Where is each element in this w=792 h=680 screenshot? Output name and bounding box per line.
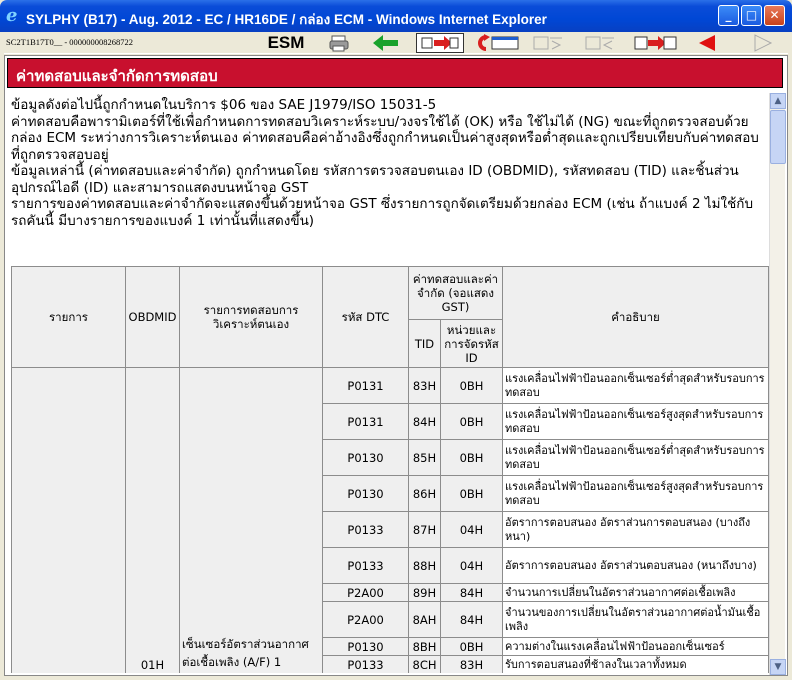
header-tid: TID: [408, 319, 441, 368]
jump-to-icon[interactable]: [416, 33, 464, 53]
dtc-cell: P0133: [322, 511, 409, 548]
unit-id-cell: 83H: [440, 655, 503, 673]
item-cell: [11, 367, 126, 673]
tid-cell: 88H: [408, 547, 441, 584]
back-arrow-icon[interactable]: [370, 33, 402, 53]
unit-id-cell: 84H: [440, 583, 503, 602]
intro-paragraph: รายการของค่าทดสอบและค่าจำกัดจะแสดงขึ้นด้…: [11, 196, 754, 229]
toolbar: SC2T1B17T0__ - 000000008268722 ESM: [4, 32, 788, 54]
return-icon[interactable]: [472, 33, 522, 53]
intro-text: ข้อมูลดังต่อไปนี้ถูกกำหนดในบริการ $06 ขอ…: [7, 93, 771, 229]
tid-cell: 84H: [408, 403, 441, 440]
intro-paragraph: ข้อมูลดังต่อไปนี้ถูกกำหนดในบริการ $06 ขอ…: [11, 97, 437, 113]
dtc-cell: P0131: [322, 403, 409, 440]
description-cell: แรงเคลื่อนไฟฟ้าป้อนออกเซ็นเซอร์สูงสุดสำห…: [502, 475, 769, 512]
header-test-limit: ค่าทดสอบและค่าจำกัด (จอแสดง GST): [408, 266, 503, 320]
description-cell: อัตราการตอบสนอง อัตราส่วนตอบสนอง (หนาถึง…: [502, 547, 769, 584]
dtc-cell: P0130: [322, 439, 409, 476]
unit-id-cell: 84H: [440, 601, 503, 638]
header-description: คำอธิบาย: [502, 266, 769, 368]
description-cell: แรงเคลื่อนไฟฟ้าป้อนออกเซ็นเซอร์สูงสุดสำห…: [502, 403, 769, 440]
dtc-cell: P0131: [322, 367, 409, 404]
description-cell: รับการตอบสนองที่ช้าลงในเวลาทั้งหมด: [502, 655, 769, 673]
dtc-cell: P0133: [322, 547, 409, 584]
document-code: SC2T1B17T0__ - 000000008268722: [6, 37, 134, 47]
dtc-cell: P2A00: [322, 583, 409, 602]
header-item: รายการ: [11, 266, 126, 368]
window-title: SYLPHY (B17) - Aug. 2012 - EC / HR16DE /…: [26, 12, 547, 27]
document-body: ข้อมูลดังต่อไปนี้ถูกกำหนดในบริการ $06 ขอ…: [7, 93, 771, 673]
vertical-scrollbar[interactable]: ▲ ▼: [769, 93, 786, 675]
unit-id-cell: 0BH: [440, 637, 503, 656]
description-cell: จำนวนการเปลี่ยนในอัตราส่วนอากาศต่อเชื้อเ…: [502, 583, 769, 602]
next-page-icon[interactable]: [632, 33, 680, 53]
tid-cell: 85H: [408, 439, 441, 476]
dtc-cell: P0130: [322, 637, 409, 656]
title-bar: e SYLPHY (B17) - Aug. 2012 - EC / HR16DE…: [0, 0, 792, 32]
header-unit-id: หน่วยและการจัดรหัส ID: [440, 319, 503, 368]
tid-cell: 87H: [408, 511, 441, 548]
esm-button[interactable]: ESM: [262, 33, 310, 53]
test-value-table: รายการ OBDMID รายการทดสอบการวิเคราะห์ตนเ…: [11, 266, 769, 673]
scroll-down-icon[interactable]: ▼: [770, 659, 786, 675]
dtc-cell: P2A00: [322, 601, 409, 638]
unit-id-cell: 04H: [440, 547, 503, 584]
maximize-button[interactable]: □: [741, 5, 762, 26]
table-row: 01H เซ็นเซอร์อัตราส่วนอากาศต่อเชื้อเพลิง …: [11, 367, 769, 673]
next-icon: [750, 33, 776, 53]
dtc-cell: P0133: [322, 655, 409, 673]
scroll-up-icon[interactable]: ▲: [770, 93, 786, 109]
unit-id-cell: 0BH: [440, 475, 503, 512]
print-icon[interactable]: [324, 33, 354, 53]
expand-icon: [582, 33, 618, 53]
header-dtc: รหัส DTC: [322, 266, 409, 368]
description-cell: จำนวนของการเปลี่ยนในอัตราส่วนอากาศต่อน้ำ…: [502, 601, 769, 638]
collapse-icon: [530, 33, 566, 53]
tid-cell: 8CH: [408, 655, 441, 673]
tid-cell: 8AH: [408, 601, 441, 638]
description-cell: ความต่างในแรงเคลื่อนไฟฟ้าป้อนออกเซ็นเซอร…: [502, 637, 769, 656]
previous-icon[interactable]: [694, 33, 720, 53]
description-cell: แรงเคลื่อนไฟฟ้าป้อนออกเซ็นเซอร์ต่ำสุดสำห…: [502, 439, 769, 476]
header-obdmid: OBDMID: [125, 266, 180, 368]
content-area: ค่าทดสอบและจำกัดการทดสอบ ข้อมูลดังต่อไปน…: [4, 55, 788, 676]
unit-id-cell: 0BH: [440, 439, 503, 476]
unit-id-cell: 0BH: [440, 367, 503, 404]
intro-paragraph: ข้อมูลเหล่านี้ (ค่าทดสอบและค่าจำกัด) ถูก…: [11, 163, 739, 196]
self-diag-cell: เซ็นเซอร์อัตราส่วนอากาศต่อเชื้อเพลิง (A/…: [179, 367, 323, 673]
description-cell: แรงเคลื่อนไฟฟ้าป้อนออกเซ็นเซอร์ต่ำสุดสำห…: [502, 367, 769, 404]
ie-logo-icon: e: [6, 5, 18, 26]
intro-paragraph: ค่าทดสอบคือพารามิเตอร์ที่ใช้เพื่อกำหนดกา…: [11, 113, 759, 163]
unit-id-cell: 04H: [440, 511, 503, 548]
page-heading: ค่าทดสอบและจำกัดการทดสอบ: [7, 58, 783, 88]
tid-cell: 89H: [408, 583, 441, 602]
minimize-button[interactable]: _: [718, 5, 739, 26]
tid-cell: 86H: [408, 475, 441, 512]
close-window-button[interactable]: ✕: [764, 5, 785, 26]
description-cell: อัตราการตอบสนอง อัตราส่วนการตอบสนอง (บาง…: [502, 511, 769, 548]
unit-id-cell: 0BH: [440, 403, 503, 440]
header-self-diag: รายการทดสอบการวิเคราะห์ตนเอง: [179, 266, 323, 368]
obdmid-cell: 01H: [125, 367, 180, 673]
dtc-cell: P0130: [322, 475, 409, 512]
tid-cell: 8BH: [408, 637, 441, 656]
scroll-thumb[interactable]: [770, 110, 786, 164]
tid-cell: 83H: [408, 367, 441, 404]
